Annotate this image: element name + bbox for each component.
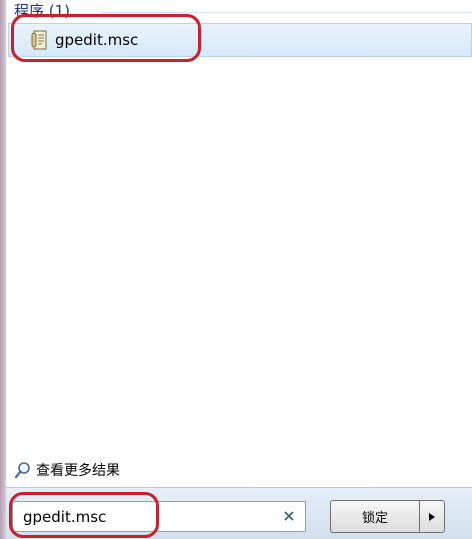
search-icon bbox=[14, 461, 32, 479]
group-header-divider bbox=[100, 12, 472, 13]
annotation-circle-search bbox=[9, 492, 159, 538]
see-more-results-label: 查看更多结果 bbox=[36, 463, 120, 479]
close-icon[interactable] bbox=[281, 508, 297, 524]
lock-button[interactable]: 锁定 bbox=[330, 500, 420, 533]
start-menu-window: 程序 (1) gpedit.msc 查看更多结果 gpedit.msc 锁定 bbox=[0, 0, 472, 539]
power-options-button[interactable] bbox=[419, 500, 445, 533]
annotation-circle-result bbox=[11, 14, 201, 62]
see-more-results-link[interactable]: 查看更多结果 bbox=[14, 459, 120, 481]
triangle-right-icon bbox=[428, 507, 436, 526]
search-results-pane bbox=[6, 0, 472, 487]
